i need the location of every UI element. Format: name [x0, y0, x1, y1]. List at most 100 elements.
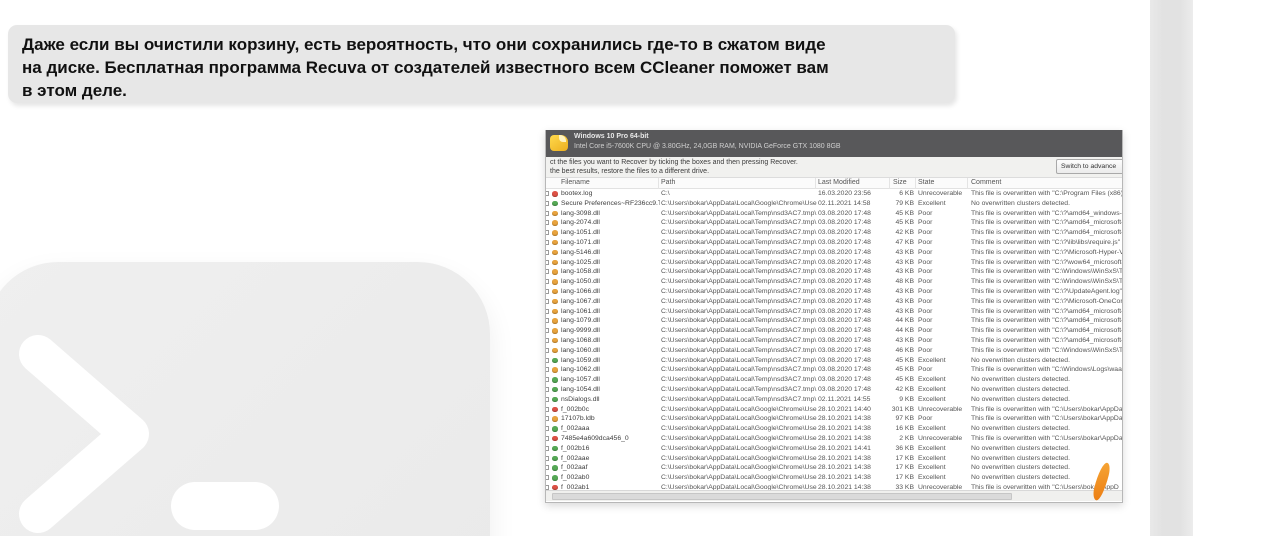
- cell-size: 48 KB: [895, 278, 914, 286]
- cell-last-modified: 28.10.2021 14:41: [818, 444, 871, 452]
- horizontal-scrollbar[interactable]: [546, 490, 1122, 501]
- cell-state: Excellent: [918, 474, 946, 482]
- cell-comment: This file is overwritten with "C:\?\Micr…: [971, 297, 1123, 305]
- table-row[interactable]: lang-1066.dll C:\Users\bokar\AppData\Loc…: [546, 287, 1122, 297]
- row-checkbox[interactable]: [546, 210, 549, 216]
- table-row[interactable]: lang-1025.dll C:\Users\bokar\AppData\Loc…: [546, 258, 1122, 268]
- row-checkbox[interactable]: [546, 318, 549, 324]
- cell-state: Excellent: [918, 385, 946, 393]
- table-row[interactable]: lang-1060.dll C:\Users\bokar\AppData\Loc…: [546, 346, 1122, 356]
- cell-comment: This file is overwritten with "C:\?\amd6…: [971, 317, 1123, 325]
- state-status-icon: [552, 435, 558, 442]
- table-row[interactable]: f_002b16 C:\Users\bokar\AppData\Local\Go…: [546, 444, 1122, 454]
- table-row[interactable]: lang-1067.dll C:\Users\bokar\AppData\Loc…: [546, 297, 1123, 307]
- cell-path: C:\Users\bokar\AppData\Local\Temp\nsd3AC…: [661, 248, 817, 256]
- row-checkbox[interactable]: [546, 455, 549, 461]
- table-row[interactable]: f_002b0c C:\Users\bokar\AppData\Local\Go…: [546, 405, 1123, 415]
- row-checkbox[interactable]: [546, 377, 549, 383]
- row-checkbox[interactable]: [546, 426, 549, 432]
- row-checkbox[interactable]: [546, 191, 549, 196]
- state-status-icon: [552, 288, 558, 295]
- row-checkbox[interactable]: [546, 220, 549, 226]
- cell-last-modified: 03.08.2020 17:48: [818, 248, 871, 256]
- row-checkbox[interactable]: [546, 249, 549, 255]
- cell-path: C:\Users\bokar\AppData\Local\Temp\nsd3AC…: [661, 229, 817, 237]
- row-checkbox[interactable]: [546, 475, 549, 481]
- table-row[interactable]: lang-5146.dll C:\Users\bokar\AppData\Loc…: [546, 248, 1122, 258]
- cell-path: C:\Users\bokar\AppData\Local\Temp\nsd3AC…: [661, 238, 817, 246]
- row-checkbox[interactable]: [546, 465, 549, 471]
- cell-filename: lang-2074.dll: [561, 219, 600, 227]
- table-row[interactable]: Secure Preferences~RF236cc9.T... C:\User…: [546, 199, 1122, 209]
- cell-state: Poor: [918, 238, 933, 246]
- table-row[interactable]: lang-1079.dll C:\Users\bokar\AppData\Loc…: [546, 316, 1123, 326]
- row-checkbox[interactable]: [546, 230, 549, 236]
- table-row[interactable]: nsDialogs.dll C:\Users\bokar\AppData\Loc…: [546, 395, 1122, 405]
- row-checkbox[interactable]: [546, 357, 549, 363]
- row-checkbox[interactable]: [546, 396, 549, 402]
- table-row[interactable]: lang-1050.dll C:\Users\bokar\AppData\Loc…: [546, 277, 1122, 287]
- table-row[interactable]: lang-1061.dll C:\Users\bokar\AppData\Loc…: [546, 307, 1123, 317]
- table-row[interactable]: lang-1051.dll C:\Users\bokar\AppData\Loc…: [546, 228, 1122, 238]
- cell-state: Excellent: [918, 199, 946, 207]
- cell-comment: This file is overwritten with "C:\?\amd6…: [971, 307, 1123, 315]
- column-header-comment[interactable]: Comment: [971, 179, 1001, 186]
- table-row[interactable]: lang-1058.dll C:\Users\bokar\AppData\Loc…: [546, 267, 1122, 277]
- table-row[interactable]: lang-1054.dll C:\Users\bokar\AppData\Loc…: [546, 385, 1122, 395]
- table-row[interactable]: lang-1071.dll C:\Users\bokar\AppData\Loc…: [546, 238, 1122, 248]
- row-checkbox[interactable]: [546, 308, 549, 314]
- row-checkbox[interactable]: [546, 386, 549, 392]
- table-row[interactable]: f_002aaf C:\Users\bokar\AppData\Local\Go…: [546, 463, 1122, 473]
- cell-last-modified: 03.08.2020 17:48: [818, 219, 871, 227]
- table-row[interactable]: lang-1057.dll C:\Users\bokar\AppData\Loc…: [546, 375, 1122, 385]
- table-row[interactable]: lang-1068.dll C:\Users\bokar\AppData\Loc…: [546, 336, 1122, 346]
- row-checkbox[interactable]: [546, 435, 549, 441]
- cell-path: C:\Users\bokar\AppData\Local\Temp\nsd3AC…: [661, 297, 817, 305]
- cell-state: Excellent: [918, 395, 946, 403]
- table-row[interactable]: f_002ab0 C:\Users\bokar\AppData\Local\Go…: [546, 473, 1122, 483]
- row-checkbox[interactable]: [546, 298, 549, 304]
- table-row[interactable]: lang-2074.dll C:\Users\bokar\AppData\Loc…: [546, 218, 1122, 228]
- state-status-icon: [552, 318, 558, 324]
- switch-to-advanced-button[interactable]: Switch to advance: [1056, 159, 1122, 174]
- table-row[interactable]: 17107b.ldb C:\Users\bokar\AppData\Local\…: [546, 414, 1122, 424]
- table-row[interactable]: lang-1059.dll C:\Users\bokar\AppData\Loc…: [546, 356, 1122, 366]
- row-checkbox[interactable]: [546, 367, 549, 373]
- cell-state: Excellent: [918, 454, 946, 462]
- row-checkbox[interactable]: [546, 200, 549, 206]
- cell-size: 6 KB: [899, 190, 914, 197]
- table-row[interactable]: f_002aaa C:\Users\bokar\AppData\Local\Go…: [546, 424, 1122, 434]
- table-row[interactable]: lang-3098.dll C:\Users\bokar\AppData\Loc…: [546, 209, 1122, 219]
- cell-size: 79 KB: [895, 199, 914, 207]
- table-row[interactable]: 7485e4a609dca456_0 C:\Users\bokar\AppDat…: [546, 434, 1122, 444]
- table-row[interactable]: lang-1062.dll C:\Users\bokar\AppData\Loc…: [546, 365, 1122, 375]
- row-checkbox[interactable]: [546, 416, 549, 422]
- column-header-last-modified[interactable]: Last Modified: [818, 179, 860, 186]
- row-checkbox[interactable]: [546, 288, 549, 294]
- column-header-size[interactable]: Size: [893, 179, 907, 186]
- row-checkbox[interactable]: [546, 328, 549, 334]
- row-checkbox[interactable]: [546, 239, 549, 245]
- scrollbar-thumb[interactable]: [552, 493, 1012, 500]
- cell-last-modified: 03.08.2020 17:48: [818, 258, 871, 266]
- row-checkbox[interactable]: [546, 279, 549, 285]
- row-checkbox[interactable]: [546, 259, 549, 265]
- table-row[interactable]: lang-9999.dll C:\Users\bokar\AppData\Loc…: [546, 326, 1122, 336]
- row-checkbox[interactable]: [546, 406, 549, 412]
- cell-size: 43 KB: [895, 268, 914, 276]
- file-list: bootex.log C:\ 16.03.2020 23:56 6 KB Unr…: [546, 189, 1123, 493]
- state-status-icon: [552, 377, 558, 383]
- row-checkbox[interactable]: [546, 445, 549, 451]
- column-header-state[interactable]: State: [918, 179, 934, 186]
- row-checkbox[interactable]: [546, 347, 549, 353]
- column-header-path[interactable]: Path: [661, 179, 675, 186]
- row-checkbox[interactable]: [546, 269, 549, 275]
- column-header-filename[interactable]: Filename: [561, 179, 590, 186]
- cell-path: C:\Users\bokar\AppData\Local\Temp\nsd3AC…: [661, 219, 817, 227]
- row-checkbox[interactable]: [546, 337, 549, 343]
- table-row[interactable]: f_002aae C:\Users\bokar\AppData\Local\Go…: [546, 454, 1122, 464]
- state-status-icon: [552, 200, 558, 207]
- table-row[interactable]: bootex.log C:\ 16.03.2020 23:56 6 KB Unr…: [546, 189, 1122, 199]
- cell-path: C:\Users\bokar\AppData\Local\Temp\nsd3AC…: [661, 258, 817, 266]
- cell-comment: This file is overwritten with "C:\Users\…: [971, 405, 1123, 413]
